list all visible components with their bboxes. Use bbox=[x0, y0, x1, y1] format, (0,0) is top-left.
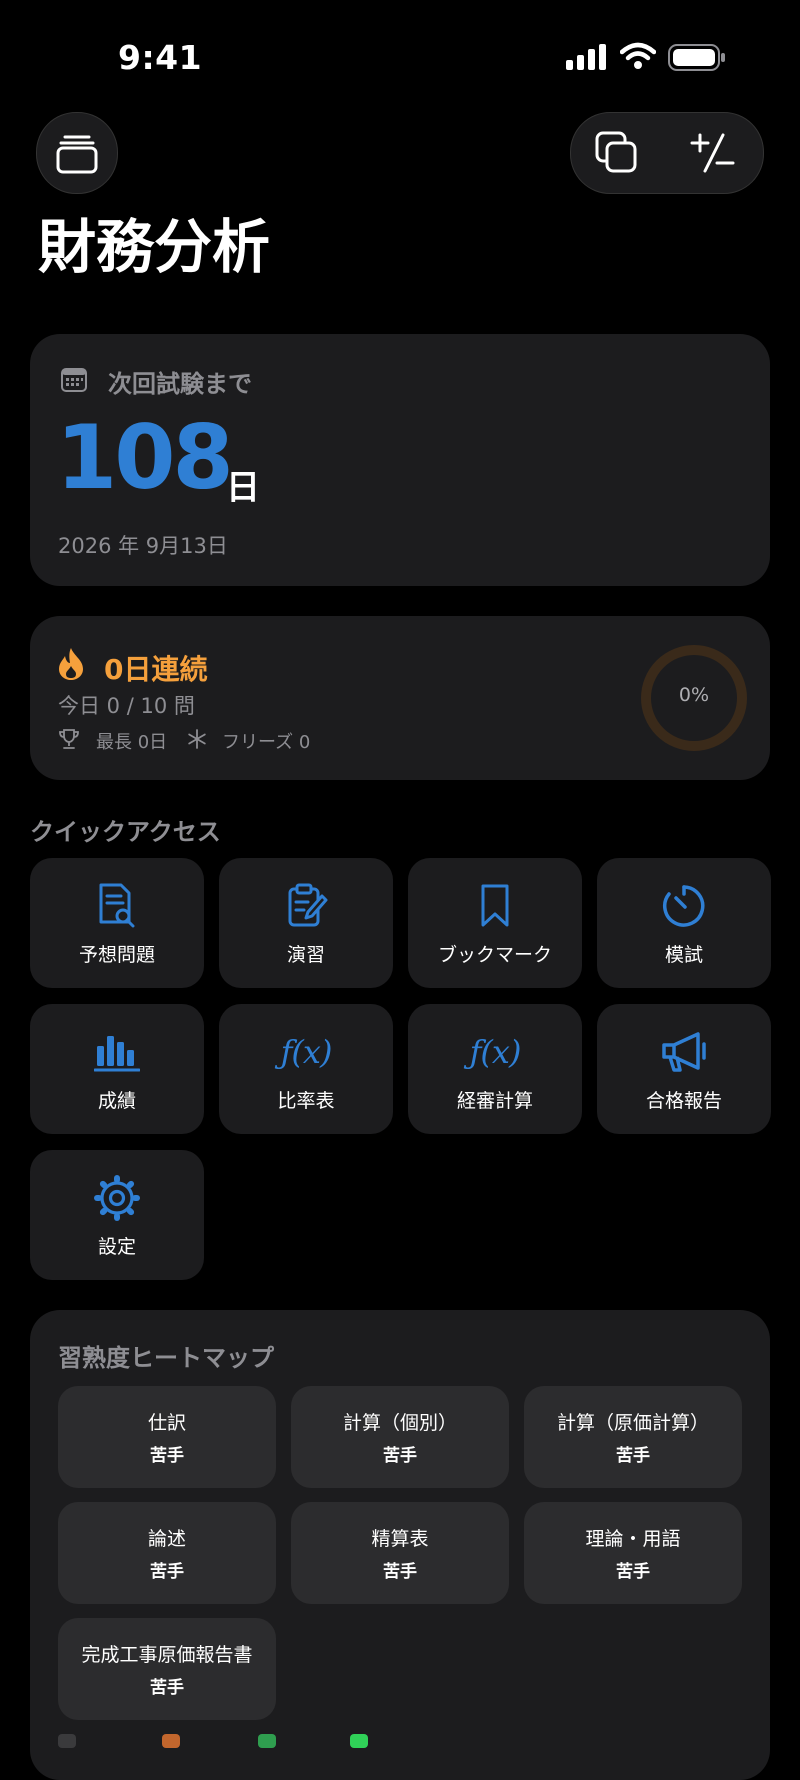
quick-tile-keishin[interactable]: ƒ(x) 経審計算 bbox=[408, 1004, 582, 1134]
quick-tile-ratio[interactable]: ƒ(x) 比率表 bbox=[219, 1004, 393, 1134]
snowflake-icon bbox=[188, 729, 206, 749]
heatmap-legend bbox=[58, 1734, 458, 1748]
quick-tile-label: ブックマーク bbox=[437, 943, 552, 966]
exam-date: 2026 年 9月13日 bbox=[58, 534, 228, 558]
heatmap-card: 習熟度ヒートマップ 仕訳 苦手 計算（個別） 苦手 計算（原価計算） 苦手 論述… bbox=[30, 1310, 770, 1780]
streak-today: 今日 0 / 10 問 bbox=[58, 694, 195, 718]
flame-icon bbox=[59, 648, 83, 680]
clipboard-edit-icon bbox=[288, 883, 328, 926]
exam-label: 次回試験まで bbox=[108, 370, 252, 398]
heatmap-topic: 計算（原価計算） bbox=[556, 1412, 709, 1434]
top-action-group bbox=[570, 112, 764, 194]
quick-access-heading: クイックアクセス bbox=[30, 818, 221, 846]
bar-chart-icon bbox=[94, 1035, 140, 1071]
status-bar: 9:41 bbox=[0, 0, 800, 100]
gear-icon bbox=[94, 1174, 140, 1221]
heatmap-level: 苦手 bbox=[616, 1446, 650, 1466]
exam-countdown-card[interactable]: 次回試験まで 108 日 2026 年 9月13日 bbox=[30, 334, 770, 586]
heatmap-level: 苦手 bbox=[616, 1562, 650, 1582]
heatmap-level: 苦手 bbox=[150, 1678, 184, 1698]
quick-tile-enshu[interactable]: 演習 bbox=[219, 858, 393, 988]
trophy-icon bbox=[59, 729, 79, 749]
quick-tile-label: 経審計算 bbox=[456, 1089, 533, 1112]
quick-tile-settings[interactable]: 設定 bbox=[30, 1150, 204, 1280]
heatmap-topic: 完成工事原価報告書 bbox=[81, 1644, 253, 1666]
stack-icon bbox=[56, 135, 98, 174]
heatmap-topic: 精算表 bbox=[371, 1528, 429, 1550]
quick-tile-label: 設定 bbox=[97, 1235, 136, 1258]
function-icon: ƒ(x) bbox=[469, 1032, 522, 1071]
quick-tile-moshi[interactable]: 模試 bbox=[597, 858, 771, 988]
streak-best: 最長 0日 bbox=[96, 732, 168, 753]
battery-icon bbox=[668, 44, 728, 72]
heatmap-level: 苦手 bbox=[383, 1446, 417, 1466]
megaphone-icon bbox=[662, 1031, 706, 1072]
library-button[interactable] bbox=[36, 112, 118, 194]
quick-tile-label: 合格報告 bbox=[645, 1089, 722, 1112]
copy-button[interactable] bbox=[591, 127, 643, 179]
heatmap-cell[interactable]: 精算表 苦手 bbox=[291, 1502, 509, 1604]
quick-tile-report[interactable]: 合格報告 bbox=[597, 1004, 771, 1134]
quick-tile-label: 模試 bbox=[664, 943, 703, 966]
streak-card[interactable]: 0日連続 今日 0 / 10 問 最長 0日 フリーズ 0 0% bbox=[30, 616, 770, 780]
daily-progress-text: 0% bbox=[678, 684, 710, 706]
exam-days-unit: 日 bbox=[226, 468, 260, 508]
heatmap-level: 苦手 bbox=[150, 1562, 184, 1582]
page-title: 財務分析 bbox=[38, 213, 271, 281]
legend-swatch-good bbox=[258, 1734, 276, 1748]
copy-icon bbox=[595, 131, 637, 173]
quick-tile-label: 比率表 bbox=[277, 1089, 335, 1112]
heatmap-topic: 理論・用語 bbox=[585, 1528, 681, 1550]
legend-swatch-mastered bbox=[350, 1734, 368, 1748]
heatmap-cell[interactable]: 仕訳 苦手 bbox=[58, 1386, 276, 1488]
heatmap-cell[interactable]: 計算（原価計算） 苦手 bbox=[524, 1386, 742, 1488]
calendar-icon bbox=[61, 368, 87, 392]
document-search-icon bbox=[99, 883, 135, 927]
wifi-icon bbox=[619, 42, 657, 70]
bookmark-icon bbox=[481, 884, 509, 926]
legend-swatch-fair bbox=[162, 1734, 180, 1748]
quick-tile-yosou[interactable]: 予想問題 bbox=[30, 858, 204, 988]
streak-title: 0日連続 bbox=[104, 653, 208, 686]
legend-swatch-weak bbox=[58, 1734, 76, 1748]
plus-minus-button[interactable] bbox=[687, 127, 739, 179]
exam-days-count: 108 bbox=[56, 406, 234, 509]
plus-minus-icon bbox=[690, 133, 735, 173]
cellular-signal-icon bbox=[566, 44, 608, 70]
heatmap-cell[interactable]: 論述 苦手 bbox=[58, 1502, 276, 1604]
quick-tile-label: 予想問題 bbox=[78, 943, 155, 966]
quick-tile-label: 成績 bbox=[97, 1089, 136, 1112]
quick-tile-label: 演習 bbox=[286, 943, 325, 966]
heatmap-topic: 論述 bbox=[147, 1528, 186, 1550]
heatmap-cell[interactable]: 完成工事原価報告書 苦手 bbox=[58, 1618, 276, 1720]
daily-progress-ring: 0% bbox=[640, 644, 748, 752]
quick-tile-bookmark[interactable]: ブックマーク bbox=[408, 858, 582, 988]
heatmap-cell[interactable]: 理論・用語 苦手 bbox=[524, 1502, 742, 1604]
heatmap-level: 苦手 bbox=[383, 1562, 417, 1582]
streak-freeze: フリーズ 0 bbox=[222, 732, 311, 753]
function-icon: ƒ(x) bbox=[280, 1032, 333, 1071]
quick-tile-seiseki[interactable]: 成績 bbox=[30, 1004, 204, 1134]
heatmap-topic: 計算（個別） bbox=[342, 1412, 457, 1434]
heatmap-cell[interactable]: 計算（個別） 苦手 bbox=[291, 1386, 509, 1488]
timer-icon bbox=[663, 884, 705, 927]
heatmap-topic: 仕訳 bbox=[147, 1412, 186, 1434]
heatmap-heading: 習熟度ヒートマップ bbox=[58, 1344, 274, 1372]
status-time: 9:41 bbox=[118, 38, 203, 77]
heatmap-level: 苦手 bbox=[150, 1446, 184, 1466]
